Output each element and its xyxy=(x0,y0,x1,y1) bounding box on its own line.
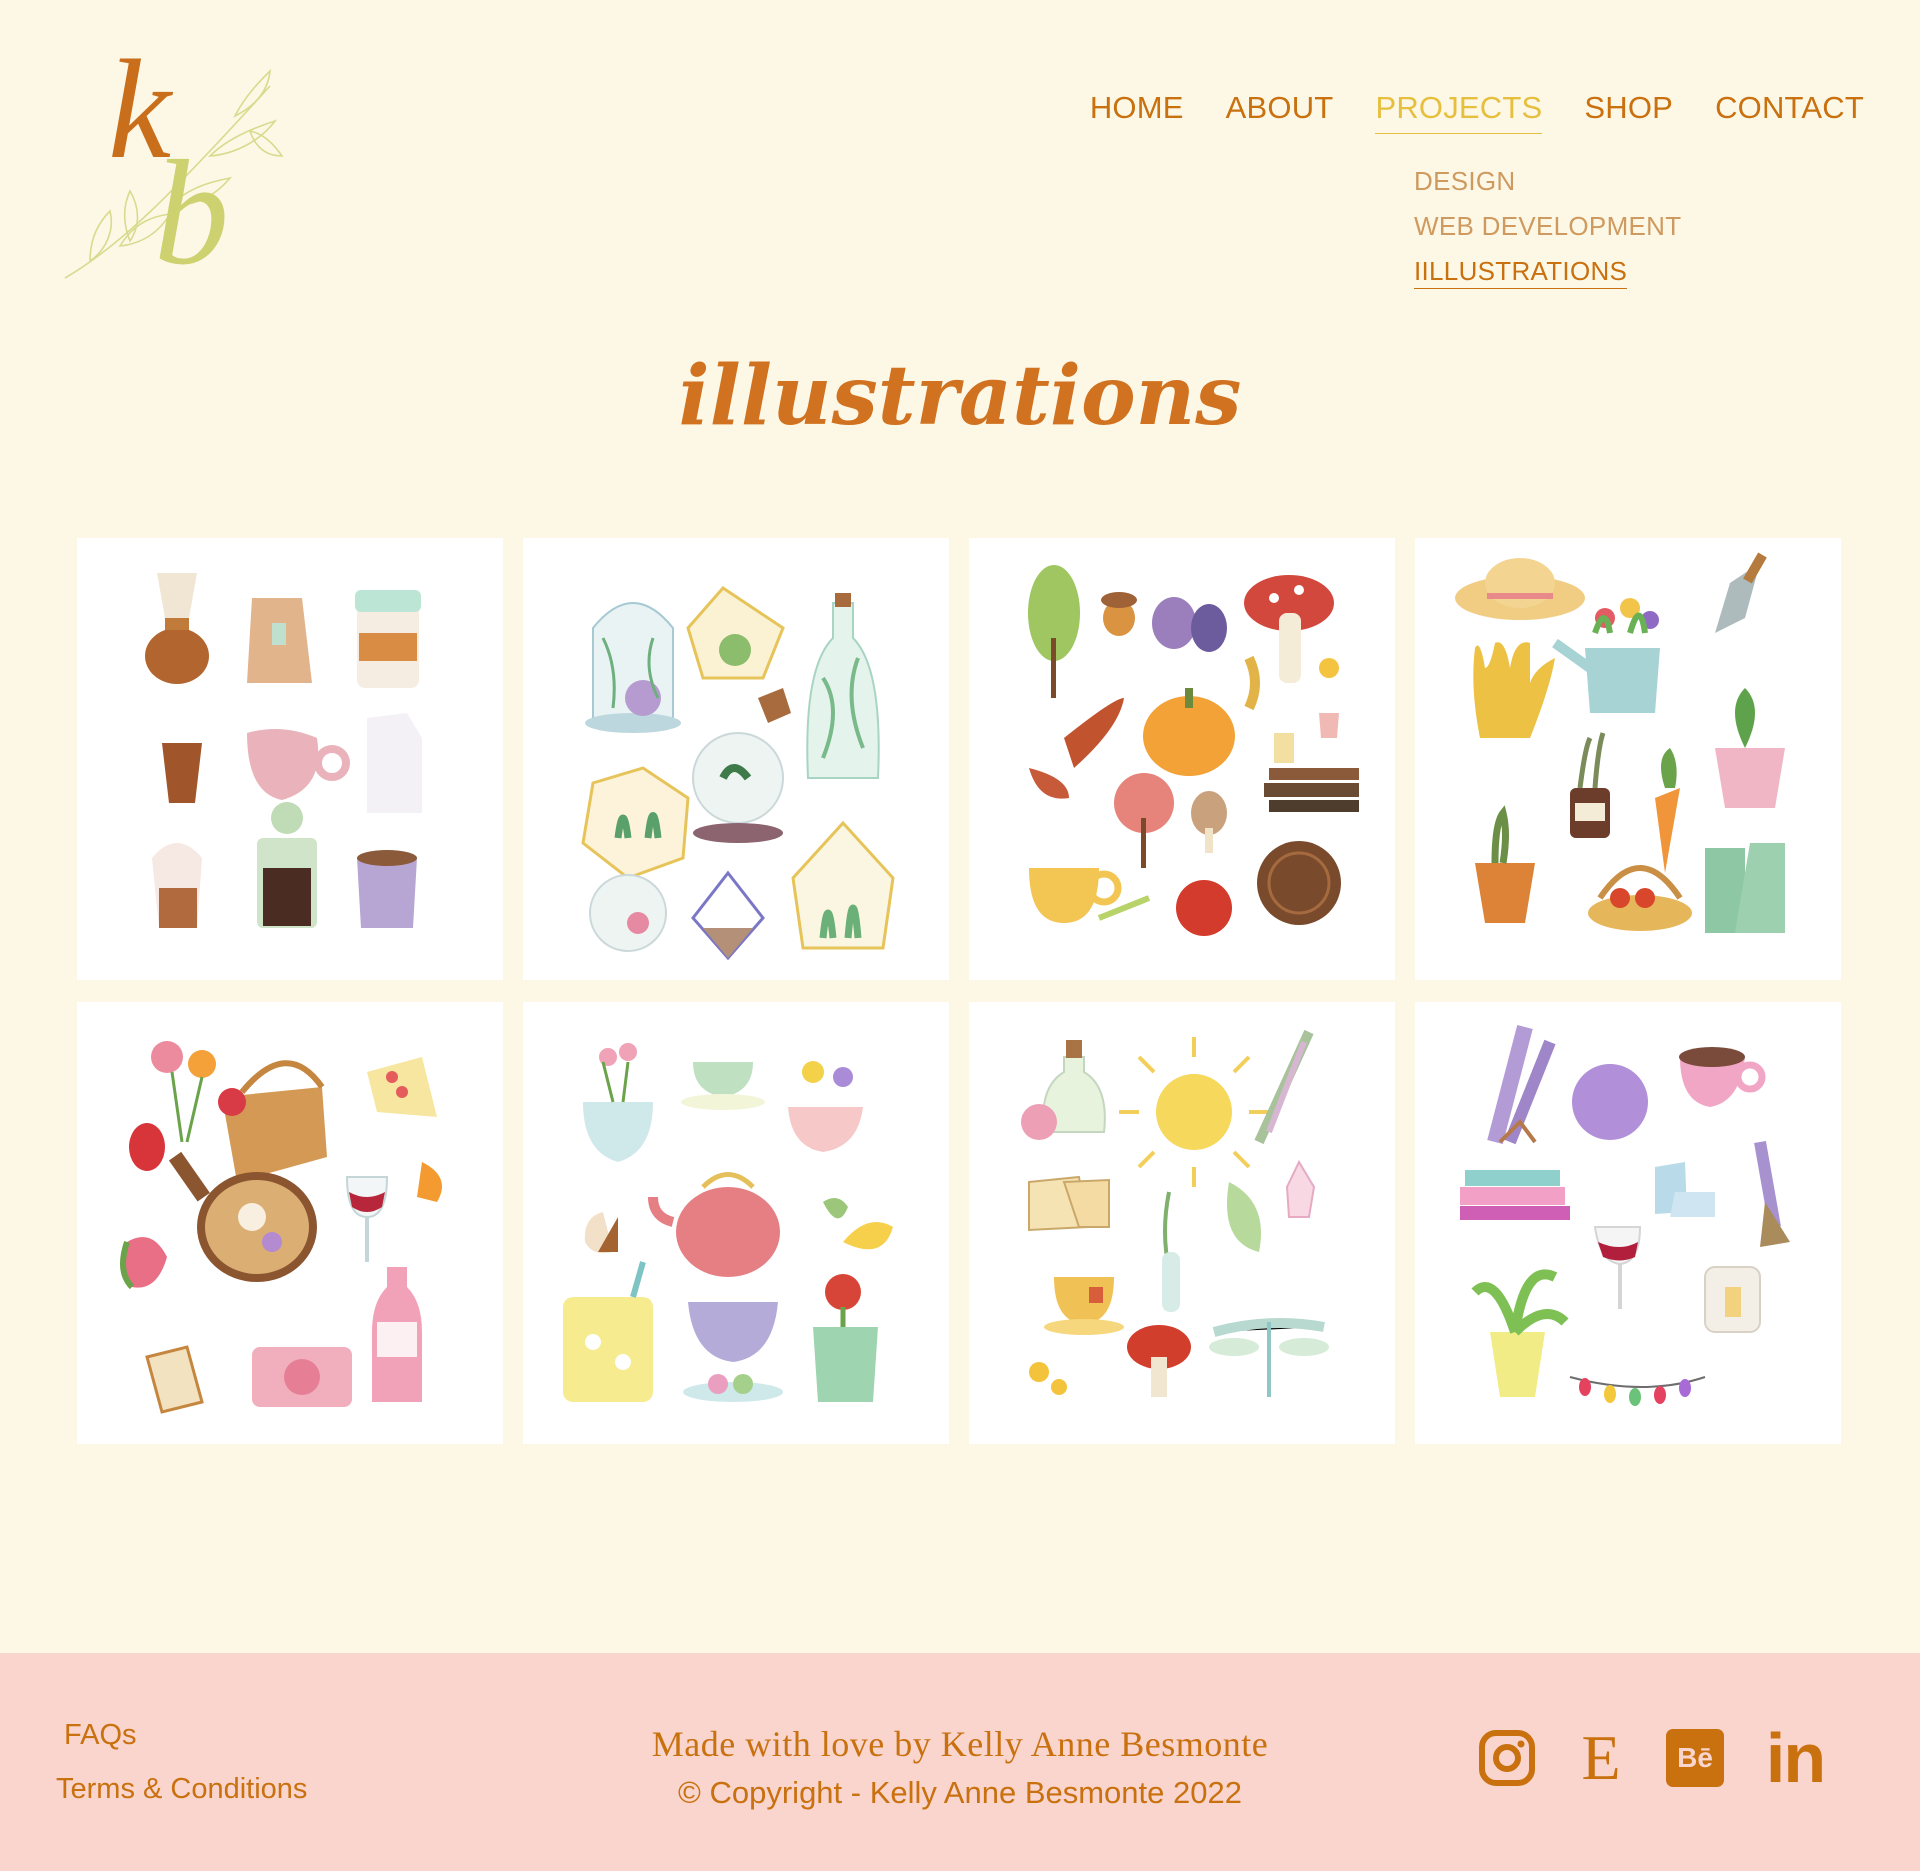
terrarium-illustration-icon xyxy=(581,586,895,961)
garden-illustration-icon xyxy=(1455,552,1785,933)
nav-shop[interactable]: SHOP xyxy=(1584,92,1673,134)
cozy-illustration-icon xyxy=(1460,1024,1790,1406)
site-logo[interactable]: k b xyxy=(60,38,285,296)
gallery-card-terrariums[interactable] xyxy=(523,538,949,980)
gallery-card-picnic[interactable] xyxy=(77,1002,503,1444)
linkedin-icon[interactable]: in xyxy=(1758,1723,1832,1793)
behance-icon[interactable]: Bē xyxy=(1664,1727,1726,1789)
gallery-card-cozy[interactable] xyxy=(1415,1002,1841,1444)
gallery-card-herbal[interactable] xyxy=(969,1002,1395,1444)
site-footer: FAQs Terms & Conditions Made with love b… xyxy=(0,1653,1920,1871)
submenu-web-development[interactable]: WEB DEVELOPMENT xyxy=(1414,213,1681,239)
gallery-card-autumn[interactable] xyxy=(969,538,1395,980)
etsy-icon[interactable]: E xyxy=(1570,1722,1632,1793)
main-nav: HOME ABOUT PROJECTS SHOP CONTACT xyxy=(1090,92,1864,134)
social-links: E Bē in xyxy=(1476,1722,1832,1793)
projects-submenu: DESIGN WEB DEVELOPMENT IILLUSTRATIONS xyxy=(1414,168,1681,308)
submenu-design[interactable]: DESIGN xyxy=(1414,168,1681,194)
gallery-card-tea[interactable] xyxy=(523,1002,949,1444)
behance-letters: Bē xyxy=(1677,1742,1713,1773)
nav-about[interactable]: ABOUT xyxy=(1226,92,1334,134)
gallery-card-garden[interactable] xyxy=(1415,538,1841,980)
illustration-gallery xyxy=(77,538,1841,1444)
linkedin-letters: in xyxy=(1765,1719,1826,1797)
coffee-illustration-icon xyxy=(145,573,422,928)
nav-projects[interactable]: PROJECTS xyxy=(1375,92,1543,134)
autumn-illustration-icon xyxy=(1028,565,1359,936)
instagram-icon[interactable] xyxy=(1476,1727,1538,1789)
etsy-letter: E xyxy=(1581,1722,1621,1793)
tea-illustration-icon xyxy=(563,1043,893,1402)
picnic-illustration-icon xyxy=(120,1041,442,1414)
herbal-illustration-icon xyxy=(1021,1029,1329,1397)
nav-contact[interactable]: CONTACT xyxy=(1715,92,1864,134)
logo-letter-b: b xyxy=(154,130,229,296)
page-title: illustrations xyxy=(678,348,1242,444)
submenu-illustrations[interactable]: IILLUSTRATIONS xyxy=(1414,258,1628,289)
gallery-card-coffee[interactable] xyxy=(77,538,503,980)
nav-home[interactable]: HOME xyxy=(1090,92,1184,134)
